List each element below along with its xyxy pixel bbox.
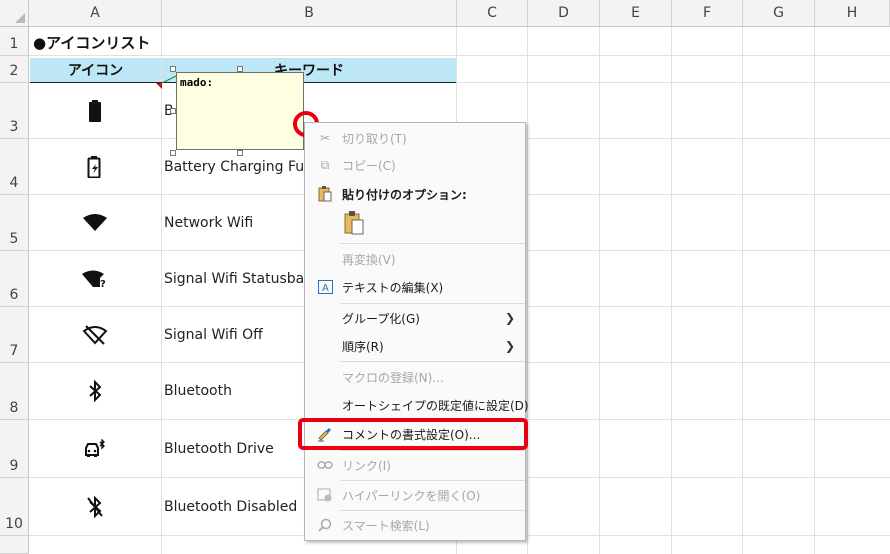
chevron-right-icon: ❯ (504, 311, 515, 325)
search-icon (317, 517, 333, 533)
column-header-f[interactable]: F (672, 0, 743, 27)
wifi-off-icon[interactable] (30, 307, 160, 362)
select-all-corner[interactable] (0, 0, 29, 27)
row-header-2[interactable]: 2 (0, 56, 29, 83)
menu-item-copy[interactable]: ⧉ コピー(C) (305, 152, 525, 178)
row-header-5[interactable]: 5 (0, 195, 29, 251)
column-header-h[interactable]: H (815, 0, 890, 27)
row-header-10[interactable]: 10 (0, 478, 29, 536)
column-header-g[interactable]: G (743, 0, 815, 27)
column-header-b[interactable]: B (162, 0, 457, 27)
menu-separator (340, 303, 525, 304)
wifi-question-icon[interactable]: ? (30, 251, 160, 306)
row-header-7[interactable]: 7 (0, 307, 29, 363)
resize-handle[interactable] (170, 150, 176, 156)
battery-charging-icon[interactable] (30, 139, 160, 194)
gridline (671, 27, 672, 554)
menu-separator (340, 510, 525, 511)
menu-separator (340, 480, 525, 481)
menu-item-assign-macro[interactable]: マクロの登録(N)... (305, 364, 525, 390)
row-header-8[interactable]: 8 (0, 363, 29, 420)
bluetooth-drive-icon[interactable] (30, 420, 160, 477)
menu-item-cut[interactable]: ✂ 切り取り(T) (305, 125, 525, 151)
comment-connector (159, 75, 177, 85)
paste-button[interactable] (343, 211, 365, 235)
menu-item-reconvert[interactable]: 再変換(V) (305, 246, 525, 272)
paste-clipboard-icon (344, 211, 364, 235)
comment-box[interactable]: mado: (176, 72, 304, 150)
gridline (29, 55, 890, 56)
wifi-icon[interactable] (30, 195, 160, 250)
battery-icon[interactable] (30, 83, 160, 138)
resize-handle[interactable] (170, 66, 176, 72)
keyword-cell[interactable]: Bluetooth Disabled (164, 478, 297, 535)
row-header-3[interactable]: 3 (0, 83, 29, 139)
column-header-a[interactable]: A (29, 0, 162, 27)
row-header-1[interactable]: 1 (0, 27, 29, 56)
row-header-6[interactable]: 6 (0, 251, 29, 307)
resize-handle[interactable] (170, 108, 176, 114)
spreadsheet: A B C D E F G H 1 2 3 4 5 6 7 8 9 10 ●アイ… (0, 0, 890, 554)
row-header-4[interactable]: 4 (0, 139, 29, 195)
gridline (161, 27, 162, 554)
column-header-d[interactable]: D (528, 0, 600, 27)
menu-item-open-hyperlink[interactable]: ハイパーリンクを開く(O) (305, 482, 525, 508)
resize-handle[interactable] (237, 66, 243, 72)
menu-separator (340, 361, 525, 362)
menu-item-set-default-shape[interactable]: オートシェイプの既定値に設定(D) (305, 392, 529, 418)
keyword-cell[interactable]: Bluetooth (164, 363, 232, 419)
keyword-cell[interactable]: Signal Wifi Statusba (164, 251, 304, 306)
gridline (527, 27, 528, 554)
menu-item-paste-options: 貼り付けのオプション: (305, 181, 525, 207)
text-box-icon: A (317, 279, 333, 295)
open-hyperlink-icon (317, 487, 333, 503)
scissors-icon: ✂ (319, 131, 331, 145)
svg-text:A: A (322, 283, 329, 294)
row-header-9[interactable]: 9 (0, 420, 29, 478)
bluetooth-icon[interactable] (30, 363, 160, 419)
column-header-c[interactable]: C (457, 0, 528, 27)
menu-item-link[interactable]: リンク(I) (305, 452, 525, 478)
gridline (742, 27, 743, 554)
menu-separator (340, 243, 525, 244)
gridline (814, 27, 815, 554)
context-menu: ✂ 切り取り(T) ⧉ コピー(C) 貼り付けのオプション: 再変換(V) A … (304, 122, 529, 541)
menu-item-group[interactable]: グループ化(G) ❯ (305, 305, 525, 331)
link-icon (317, 457, 333, 473)
menu-item-edit-text[interactable]: A テキストの編集(X) (305, 274, 525, 300)
keyword-cell[interactable]: Signal Wifi Off (164, 307, 263, 362)
sheet-title[interactable]: ●アイコンリスト (33, 28, 150, 56)
menu-item-order[interactable]: 順序(R) ❯ (305, 333, 525, 359)
highlight-rectangle (298, 418, 528, 450)
comment-text: mado: (180, 76, 214, 89)
copy-icon: ⧉ (320, 157, 330, 172)
clipboard-icon (317, 186, 333, 202)
keyword-cell[interactable]: Network Wifi (164, 195, 253, 250)
resize-handle[interactable] (237, 150, 243, 156)
row-header-11[interactable] (0, 536, 29, 554)
column-header-e[interactable]: E (600, 0, 672, 27)
bluetooth-disabled-icon[interactable] (30, 478, 160, 535)
chevron-right-icon: ❯ (504, 339, 515, 353)
header-icon-cell[interactable]: アイコン (30, 58, 161, 82)
gridline (599, 27, 600, 554)
menu-item-smart-lookup[interactable]: スマート検索(L) (305, 512, 525, 538)
svg-text:?: ? (100, 279, 106, 288)
keyword-cell[interactable]: Bluetooth Drive (164, 420, 274, 477)
menu-separator (340, 450, 525, 451)
